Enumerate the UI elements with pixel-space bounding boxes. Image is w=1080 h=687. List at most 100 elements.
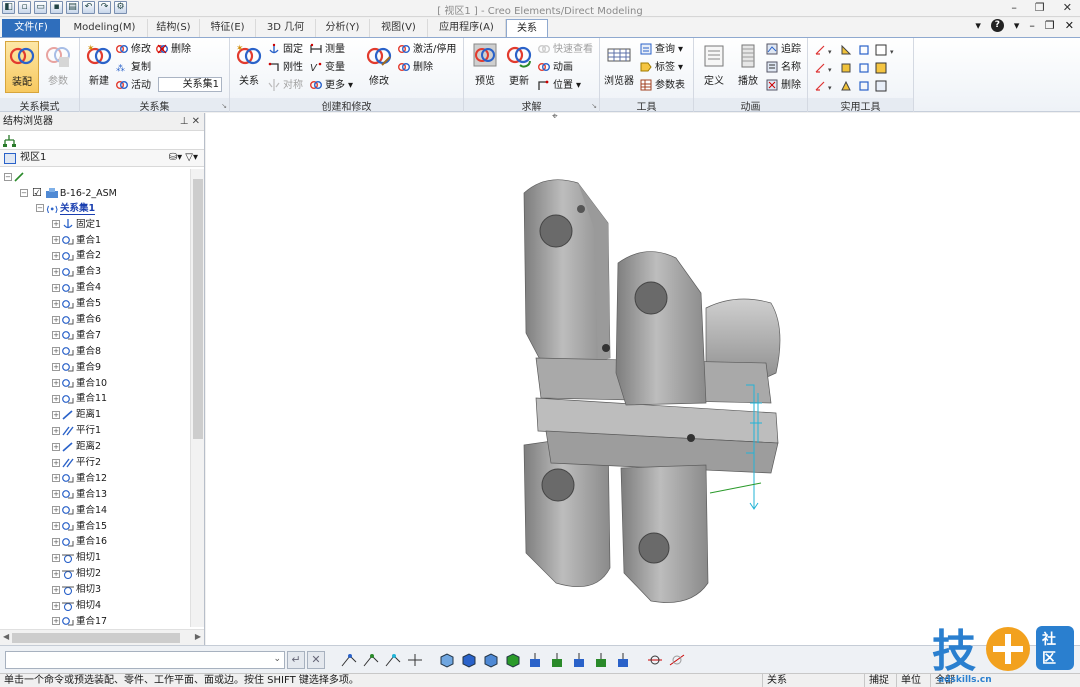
tab-analysis[interactable]: 分析(Y) bbox=[316, 19, 370, 37]
expand-toggle-icon[interactable]: + bbox=[52, 522, 60, 531]
view-cube-icon-4[interactable] bbox=[504, 651, 522, 669]
expand-toggle-icon[interactable]: + bbox=[52, 220, 60, 229]
rigid-button[interactable]: 刚性 bbox=[268, 59, 303, 75]
view-cube-icon-2[interactable] bbox=[460, 651, 478, 669]
assemble-button[interactable]: 装配 bbox=[5, 41, 39, 93]
expand-toggle-icon[interactable]: + bbox=[52, 363, 60, 372]
tree-row[interactable]: + 平行2 bbox=[0, 455, 190, 471]
expand-toggle-icon[interactable]: + bbox=[52, 601, 60, 610]
expand-toggle-icon[interactable]: + bbox=[52, 458, 60, 467]
expand-toggle-icon[interactable]: + bbox=[52, 617, 60, 626]
tree-row[interactable]: + 相切2 bbox=[0, 566, 190, 582]
tree-row[interactable]: + 相切4 bbox=[0, 598, 190, 614]
tree-row[interactable]: + 重合10 bbox=[0, 376, 190, 392]
more-button[interactable]: 更多 ▾ bbox=[310, 77, 353, 93]
fix-button[interactable]: 固定 bbox=[268, 41, 303, 57]
browser-button[interactable]: 浏览器 bbox=[602, 41, 636, 93]
help-dropdown-icon[interactable]: ▾ bbox=[1014, 19, 1020, 32]
workplane-icon-1[interactable] bbox=[340, 651, 358, 669]
relation-button[interactable]: ✶ 关系 bbox=[232, 41, 266, 93]
tree-row[interactable]: + 重合2 bbox=[0, 248, 190, 264]
expand-toggle-icon[interactable]: + bbox=[52, 426, 60, 435]
workplane-icon-4[interactable] bbox=[406, 651, 424, 669]
filter-icons[interactable]: ⛁▾ ▽▾ bbox=[169, 150, 198, 166]
variable-button[interactable]: V 变量 bbox=[310, 59, 345, 75]
view-back-icon[interactable] bbox=[548, 651, 566, 669]
tree-row[interactable]: + 重合11 bbox=[0, 391, 190, 407]
trace-button[interactable]: 追踪 bbox=[766, 41, 801, 57]
position-button[interactable]: 位置 ▾ bbox=[538, 77, 581, 93]
expand-toggle-icon[interactable]: + bbox=[52, 490, 60, 499]
pin-close-icons[interactable]: ⊥ ✕ bbox=[180, 113, 200, 131]
tree-row[interactable]: + 重合15 bbox=[0, 519, 190, 535]
expand-toggle-icon[interactable]: + bbox=[52, 506, 60, 515]
tree-row[interactable]: + 距离2 bbox=[0, 439, 190, 455]
active-set-button[interactable]: 活动 bbox=[116, 77, 151, 93]
tab-3d-geometry[interactable]: 3D 几何 bbox=[256, 19, 316, 37]
delete-anim-button[interactable]: 删除 bbox=[766, 77, 801, 93]
tab-feature[interactable]: 特征(E) bbox=[200, 19, 256, 37]
command-input[interactable]: ⌄ bbox=[5, 651, 285, 669]
vertical-scroll-thumb[interactable] bbox=[193, 179, 203, 439]
scroll-left-icon[interactable]: ◀ bbox=[3, 632, 9, 641]
name-button[interactable]: 名称 bbox=[766, 59, 801, 75]
tree-row[interactable]: + 重合6 bbox=[0, 312, 190, 328]
view-cube-icon-3[interactable] bbox=[482, 651, 500, 669]
tree-row[interactable]: + 重合3 bbox=[0, 264, 190, 280]
tree-row[interactable]: + 距离1 bbox=[0, 407, 190, 423]
tree-view-icon[interactable] bbox=[3, 134, 16, 147]
tree-row[interactable]: + 重合7 bbox=[0, 328, 190, 344]
expand-toggle-icon[interactable]: + bbox=[52, 394, 60, 403]
play-button[interactable]: 播放 bbox=[731, 41, 765, 93]
minimize-icon[interactable]: – bbox=[1011, 1, 1017, 14]
tree-row[interactable]: + 重合8 bbox=[0, 344, 190, 360]
restore-icon[interactable]: ❐ bbox=[1035, 1, 1045, 14]
modify-relation-button[interactable]: 修改 bbox=[362, 41, 396, 93]
tree-row[interactable]: + 重合14 bbox=[0, 503, 190, 519]
command-enter-button[interactable]: ↵ bbox=[287, 651, 305, 669]
tab-modeling[interactable]: Modeling(M) bbox=[62, 19, 148, 37]
active-set-field[interactable]: 关系集1 bbox=[158, 77, 222, 92]
expand-toggle-icon[interactable]: + bbox=[52, 283, 60, 292]
vertical-scrollbar[interactable] bbox=[190, 169, 204, 627]
tree-row[interactable]: + 相切3 bbox=[0, 582, 190, 598]
tab-view[interactable]: 视图(V) bbox=[370, 19, 428, 37]
ribbon-minimize-icon[interactable]: – bbox=[1029, 19, 1035, 32]
solve-launcher-icon[interactable]: ↘ bbox=[591, 102, 597, 110]
ribbon-close-icon[interactable]: ✕ bbox=[1065, 19, 1074, 32]
tag-button[interactable]: 标签 ▾ bbox=[640, 59, 683, 75]
expand-toggle-icon[interactable]: + bbox=[52, 379, 60, 388]
expand-toggle-icon[interactable]: + bbox=[52, 267, 60, 276]
expand-toggle-icon[interactable]: + bbox=[52, 474, 60, 483]
tree-root[interactable]: − bbox=[0, 169, 190, 185]
tree-row[interactable]: + 重合9 bbox=[0, 360, 190, 376]
view-side-icon[interactable] bbox=[614, 651, 632, 669]
set-launcher-icon[interactable]: ↘ bbox=[221, 102, 227, 110]
expand-toggle-icon[interactable]: + bbox=[52, 347, 60, 356]
expand-toggle-icon[interactable]: + bbox=[52, 315, 60, 324]
tree-row[interactable]: + 重合13 bbox=[0, 487, 190, 503]
update-button[interactable]: 更新 bbox=[502, 41, 536, 93]
tab-applications[interactable]: 应用程序(A) bbox=[428, 19, 506, 37]
workplane-icon-3[interactable] bbox=[384, 651, 402, 669]
tab-structure[interactable]: 结构(S) bbox=[148, 19, 200, 37]
tree-row[interactable]: + 重合12 bbox=[0, 471, 190, 487]
horizontal-scrollbar[interactable]: ◀ ▶ bbox=[0, 629, 204, 645]
preview-button[interactable]: 预览 bbox=[468, 41, 502, 93]
command-cancel-button[interactable]: ✕ bbox=[307, 651, 325, 669]
expand-toggle-icon[interactable]: + bbox=[52, 537, 60, 546]
tree-row[interactable]: + 相切1 bbox=[0, 550, 190, 566]
section-icon[interactable] bbox=[668, 651, 686, 669]
symmetric-button[interactable]: 对称 bbox=[268, 77, 303, 93]
animation-button[interactable]: 动画 bbox=[538, 59, 573, 75]
delete-set-button[interactable]: 删除 bbox=[156, 41, 191, 57]
parameters-button[interactable]: 参数 bbox=[41, 41, 75, 93]
caret-icon[interactable]: ▾ bbox=[975, 19, 981, 32]
workplane-icon-2[interactable] bbox=[362, 651, 380, 669]
horizontal-scroll-thumb[interactable] bbox=[12, 633, 180, 643]
tree-row[interactable]: + 重合4 bbox=[0, 280, 190, 296]
help-icon[interactable]: ? bbox=[990, 19, 1004, 32]
ribbon-restore-icon[interactable]: ❐ bbox=[1045, 19, 1055, 32]
tree-row[interactable]: + 重合5 bbox=[0, 296, 190, 312]
view-top-icon[interactable] bbox=[570, 651, 588, 669]
